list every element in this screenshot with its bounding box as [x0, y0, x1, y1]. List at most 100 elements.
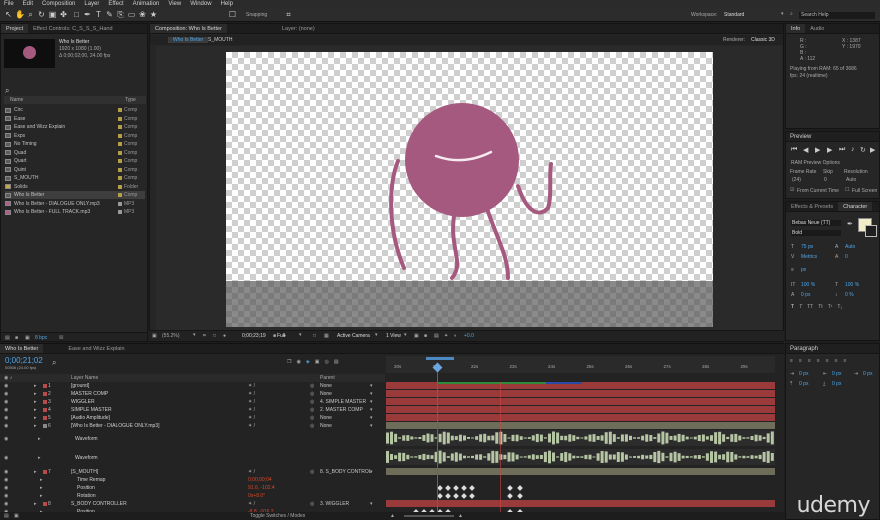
keyframe[interactable] [517, 493, 523, 499]
parent-select[interactable]: None [320, 415, 332, 421]
text-tool-icon[interactable]: T [94, 10, 103, 19]
label-color-swatch[interactable] [118, 184, 122, 189]
parent-pickwhip-icon[interactable]: ◎ [310, 391, 314, 397]
layer-row[interactable]: ◉ ▸ 4 SIMPLE MASTER ✶ / ◎ 2. MASTER COMP ▾ [0, 406, 385, 414]
project-item[interactable]: Exps Comp [5, 132, 145, 140]
parent-select[interactable]: 3. WIGGLER [320, 501, 349, 507]
first-line-indent-value[interactable]: 0 px [863, 371, 872, 377]
visibility-eye-icon[interactable]: ◉ [4, 485, 8, 491]
bit-depth-button[interactable]: 8 bpc [35, 335, 47, 341]
pan-behind-tool-icon[interactable]: ✤ [59, 10, 68, 19]
tab-character[interactable]: Character [838, 202, 873, 211]
faux-italic-button[interactable]: T [799, 304, 802, 310]
parent-select[interactable]: 4. SIMPLE MASTER [320, 399, 366, 405]
loop-icon[interactable]: ↻ [860, 146, 866, 154]
region-of-interest-icon[interactable]: □ [313, 333, 316, 339]
parent-select[interactable]: None [320, 423, 332, 429]
tab-layer[interactable]: Layer: (none) [277, 24, 320, 33]
label-color-swatch[interactable] [118, 125, 122, 129]
layer-switches[interactable]: ✶ / [248, 501, 255, 507]
layer-name[interactable]: MASTER COMP [71, 391, 108, 397]
keyframe[interactable] [437, 485, 443, 491]
expand-twirl-icon[interactable]: ▸ [34, 469, 37, 475]
playhead-handle[interactable] [432, 362, 443, 373]
timeline-icon[interactable]: ▤ [434, 333, 439, 339]
layer-row[interactable]: ◉ ▸ Time Remap 0;00;00;04 [0, 476, 385, 484]
comp-mini-flowchart-icon[interactable]: ❐ [287, 359, 291, 365]
expand-layer-switches-icon[interactable]: ▤ [4, 513, 9, 519]
parent-pickwhip-icon[interactable]: ◎ [310, 383, 314, 389]
layer-label-color[interactable] [43, 392, 47, 396]
last-frame-icon[interactable]: ⏭ [839, 146, 845, 154]
interpret-footage-icon[interactable]: ▤ [5, 335, 10, 341]
layer-duration-bar[interactable] [386, 390, 775, 397]
parent-pickwhip-icon[interactable]: ◎ [310, 415, 314, 421]
expand-twirl-icon[interactable]: ▸ [38, 455, 41, 461]
layer-switches[interactable]: ✶ / [248, 407, 255, 413]
camera-tool-icon[interactable]: ▣ [48, 10, 57, 19]
zoom-in-icon[interactable]: ▲ [458, 513, 463, 519]
justify-all-icon[interactable]: ≡ [844, 358, 847, 364]
layer-row[interactable]: ◉ ▸ 3 WIGGLER ✶ / ◎ 4. SIMPLE MASTER ▾ [0, 398, 385, 406]
layer-duration-bar[interactable] [386, 398, 775, 405]
label-color-swatch[interactable] [118, 150, 122, 155]
layer-row[interactable]: ◉ ▸ 1 [ground] ✶ / ◎ None ▾ [0, 382, 385, 390]
trash-icon[interactable]: ☒ [59, 335, 63, 341]
justify-last-left-icon[interactable]: ≡ [817, 358, 820, 364]
align-left-icon[interactable]: ≡ [790, 358, 793, 364]
layer-name[interactable]: [Audio Amplitude] [71, 415, 110, 421]
justify-last-right-icon[interactable]: ≡ [835, 358, 838, 364]
project-item[interactable]: Quint Comp [5, 166, 145, 174]
layer-name[interactable]: Time Remap [77, 477, 105, 483]
menu-help[interactable]: Help [221, 1, 233, 7]
rectangle-tool-icon[interactable]: □ [72, 10, 81, 19]
new-folder-icon[interactable]: ■ [15, 335, 18, 341]
layer-switches[interactable]: ✶ / [248, 469, 255, 475]
menu-layer[interactable]: Layer [84, 1, 99, 7]
search-help-input[interactable]: Search Help [799, 12, 875, 19]
visibility-eye-icon[interactable]: ◉ [4, 391, 8, 397]
always-preview-icon[interactable]: ▣ [152, 333, 157, 339]
keyframe[interactable] [469, 493, 475, 499]
from-current-checkbox[interactable]: ☑ [790, 187, 794, 193]
property-value[interactable]: 0x+8.0° [248, 493, 265, 499]
chevron-down-icon[interactable]: ▾ [370, 469, 373, 475]
chevron-down-icon[interactable]: ▾ [370, 399, 373, 405]
menu-view[interactable]: View [168, 1, 181, 7]
project-item[interactable]: Solids Folder [5, 183, 145, 191]
parent-select[interactable]: None [320, 383, 332, 389]
visibility-eye-icon[interactable]: ◉ [4, 477, 8, 483]
project-item[interactable]: Ease Comp [5, 115, 145, 123]
layer-label-color[interactable] [43, 384, 47, 388]
layer-switches[interactable]: ✶ / [248, 423, 255, 429]
first-frame-icon[interactable]: ⏮ [791, 146, 797, 154]
project-item[interactable]: Who Is Better - DIALOGUE ONLY.mp3 MP3 [5, 200, 145, 208]
play-icon[interactable]: ▶ [815, 146, 820, 154]
tab-audio[interactable]: Audio [805, 24, 829, 33]
layer-name[interactable]: Waveform [75, 455, 98, 461]
puppet-tool-icon[interactable]: ★ [149, 10, 158, 19]
tab-composition[interactable]: Composition: Who Is Better [150, 24, 227, 33]
visibility-eye-icon[interactable]: ◉ [4, 383, 8, 389]
justify-last-center-icon[interactable]: ≡ [826, 358, 829, 364]
layer-label-color[interactable] [43, 408, 47, 412]
vertical-scale-value[interactable]: 100 % [801, 282, 815, 288]
ram-preview-options[interactable]: RAM Preview Options [791, 160, 840, 166]
menu-composition[interactable]: Composition [42, 1, 75, 7]
layer-switches[interactable]: ✶ / [248, 399, 255, 405]
current-time-display[interactable]: 0;00;23;19 [242, 333, 266, 339]
menu-window[interactable]: Window [190, 1, 211, 7]
subscript-button[interactable]: T₁ [837, 304, 842, 310]
visibility-eye-icon[interactable]: ◉ [4, 493, 8, 499]
eyedropper-icon[interactable]: ✒ [847, 220, 853, 228]
snapshot-icon[interactable]: ● [223, 333, 226, 339]
layer-row[interactable]: ◉ ▸ 2 MASTER COMP ✶ / ◎ None ▾ [0, 390, 385, 398]
resolution-select[interactable]: Auto [846, 177, 856, 183]
small-caps-button[interactable]: Tt [818, 304, 822, 310]
mute-audio-icon[interactable]: ♪ [851, 146, 855, 153]
camera-select[interactable]: Active Camera [337, 333, 370, 339]
draft-3d-icon[interactable]: ◉ [296, 359, 300, 365]
grid-toggle-icon[interactable]: ⌗ [203, 333, 206, 339]
layer-switches[interactable]: ✶ / [248, 383, 255, 389]
layer-row[interactable]: ◉ ▸ Rotation 0x+8.0° [0, 492, 385, 500]
